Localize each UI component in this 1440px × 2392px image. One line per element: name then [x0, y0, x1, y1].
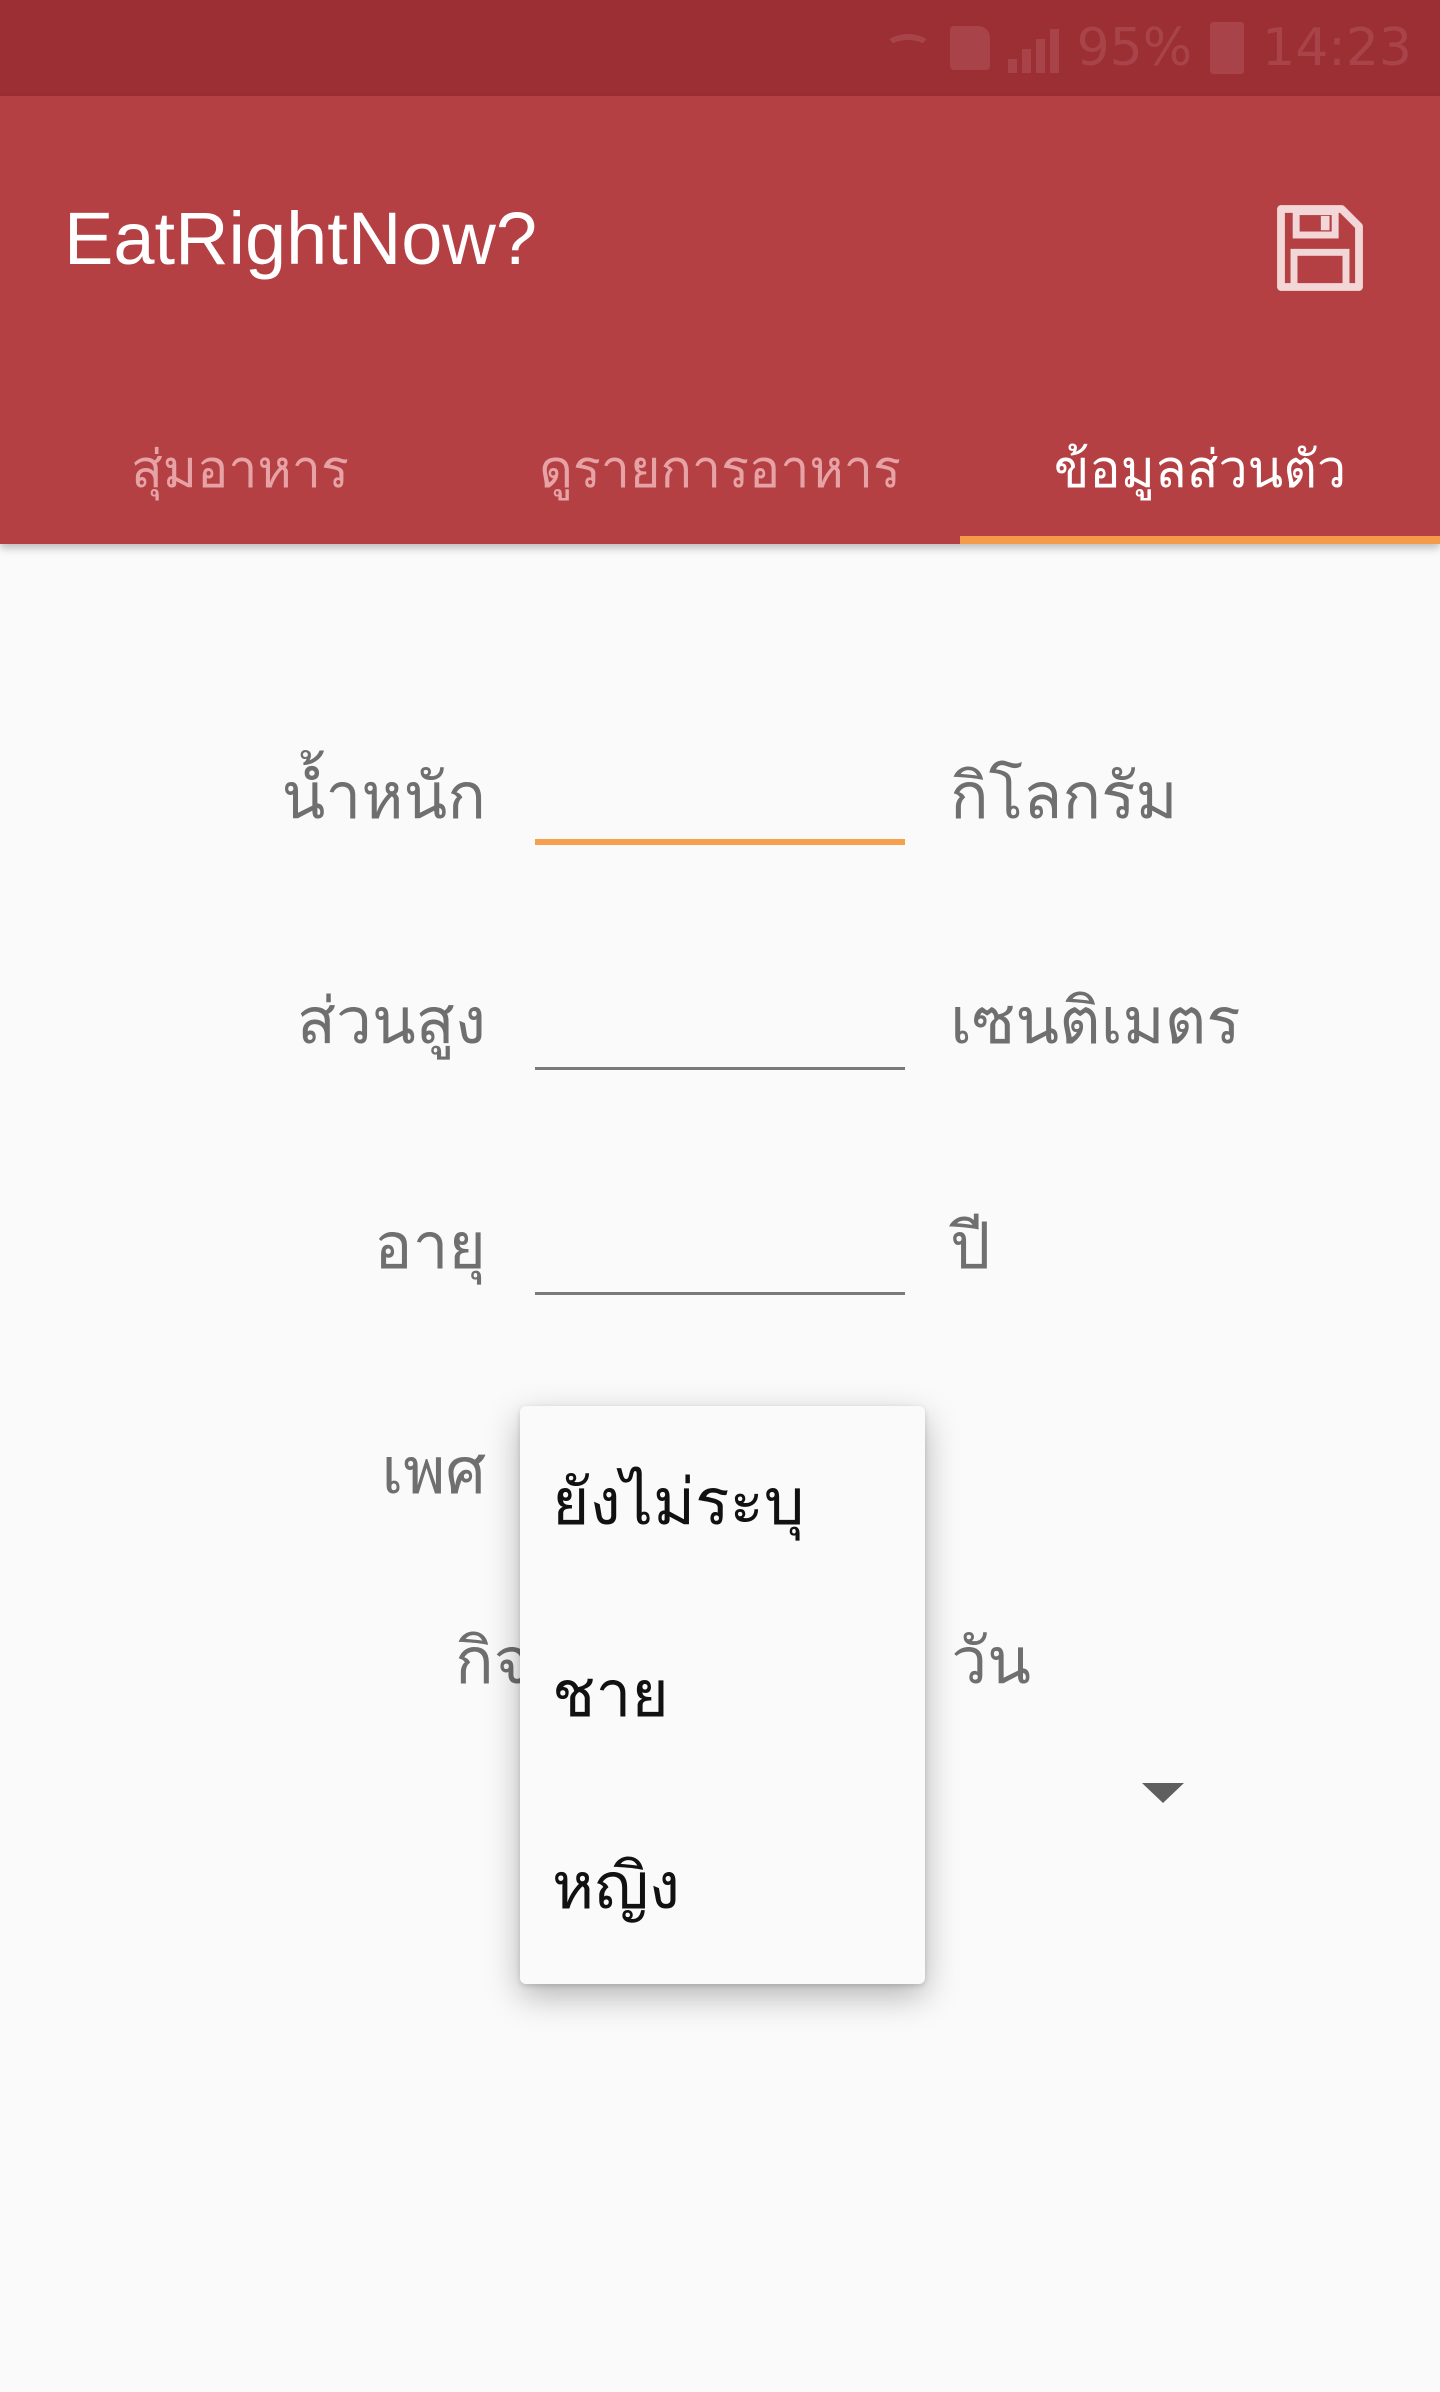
battery-percent: 95% — [1076, 18, 1193, 78]
height-input[interactable] — [535, 960, 905, 1070]
tab-personal-info[interactable]: ข้อมูลส่วนตัว — [960, 392, 1440, 544]
tab-food-list[interactable]: ดูรายการอาหาร — [480, 392, 960, 544]
tab-label: ข้อมูลส่วนตัว — [1053, 439, 1347, 500]
height-row: ส่วนสูง เซนติเมตร — [0, 960, 1440, 1100]
gender-dropdown-menu: ยังไม่ระบุ ชาย หญิง — [520, 1406, 925, 1984]
weight-label: น้ำหนัก — [281, 760, 486, 834]
app-title: EatRightNow? — [64, 197, 538, 280]
weight-unit: กิโลกรัม — [950, 760, 1178, 834]
clock: 14:23 — [1262, 18, 1412, 78]
age-unit: ปี — [950, 1210, 991, 1284]
age-input[interactable] — [535, 1185, 905, 1295]
weight-input[interactable] — [535, 735, 905, 845]
save-icon — [1277, 205, 1363, 291]
dropdown-option-female[interactable]: หญิง — [520, 1790, 925, 1982]
age-label: อายุ — [374, 1210, 486, 1284]
dropdown-arrow-icon[interactable] — [1142, 1783, 1184, 1803]
app-bar: EatRightNow? สุ่มอาหาร ดูรายการอาหาร ข้อ… — [0, 96, 1440, 544]
tab-label: สุ่มอาหาร — [131, 439, 349, 500]
save-button[interactable] — [1260, 188, 1380, 308]
status-bar: 95% 14:23 — [0, 0, 1440, 96]
height-label: ส่วนสูง — [296, 985, 486, 1059]
signal-icon — [1007, 23, 1059, 73]
activity-label-end: วัน — [951, 1625, 1031, 1699]
dropdown-option-unspecified[interactable]: ยังไม่ระบุ — [520, 1406, 925, 1598]
sd-card-icon — [949, 26, 990, 70]
battery-icon — [1210, 22, 1245, 74]
height-unit: เซนติเมตร — [950, 985, 1241, 1059]
tab-random-food[interactable]: สุ่มอาหาร — [0, 392, 480, 544]
dropdown-option-male[interactable]: ชาย — [520, 1598, 925, 1790]
tab-bar: สุ่มอาหาร ดูรายการอาหาร ข้อมูลส่วนตัว — [0, 392, 1440, 544]
wifi-icon — [883, 34, 932, 62]
weight-row: น้ำหนัก กิโลกรัม — [0, 735, 1440, 875]
tab-label: ดูรายการอาหาร — [539, 439, 901, 500]
gender-label: เพศ — [381, 1435, 486, 1509]
age-row: อายุ ปี — [0, 1185, 1440, 1325]
tab-indicator — [960, 536, 1440, 544]
